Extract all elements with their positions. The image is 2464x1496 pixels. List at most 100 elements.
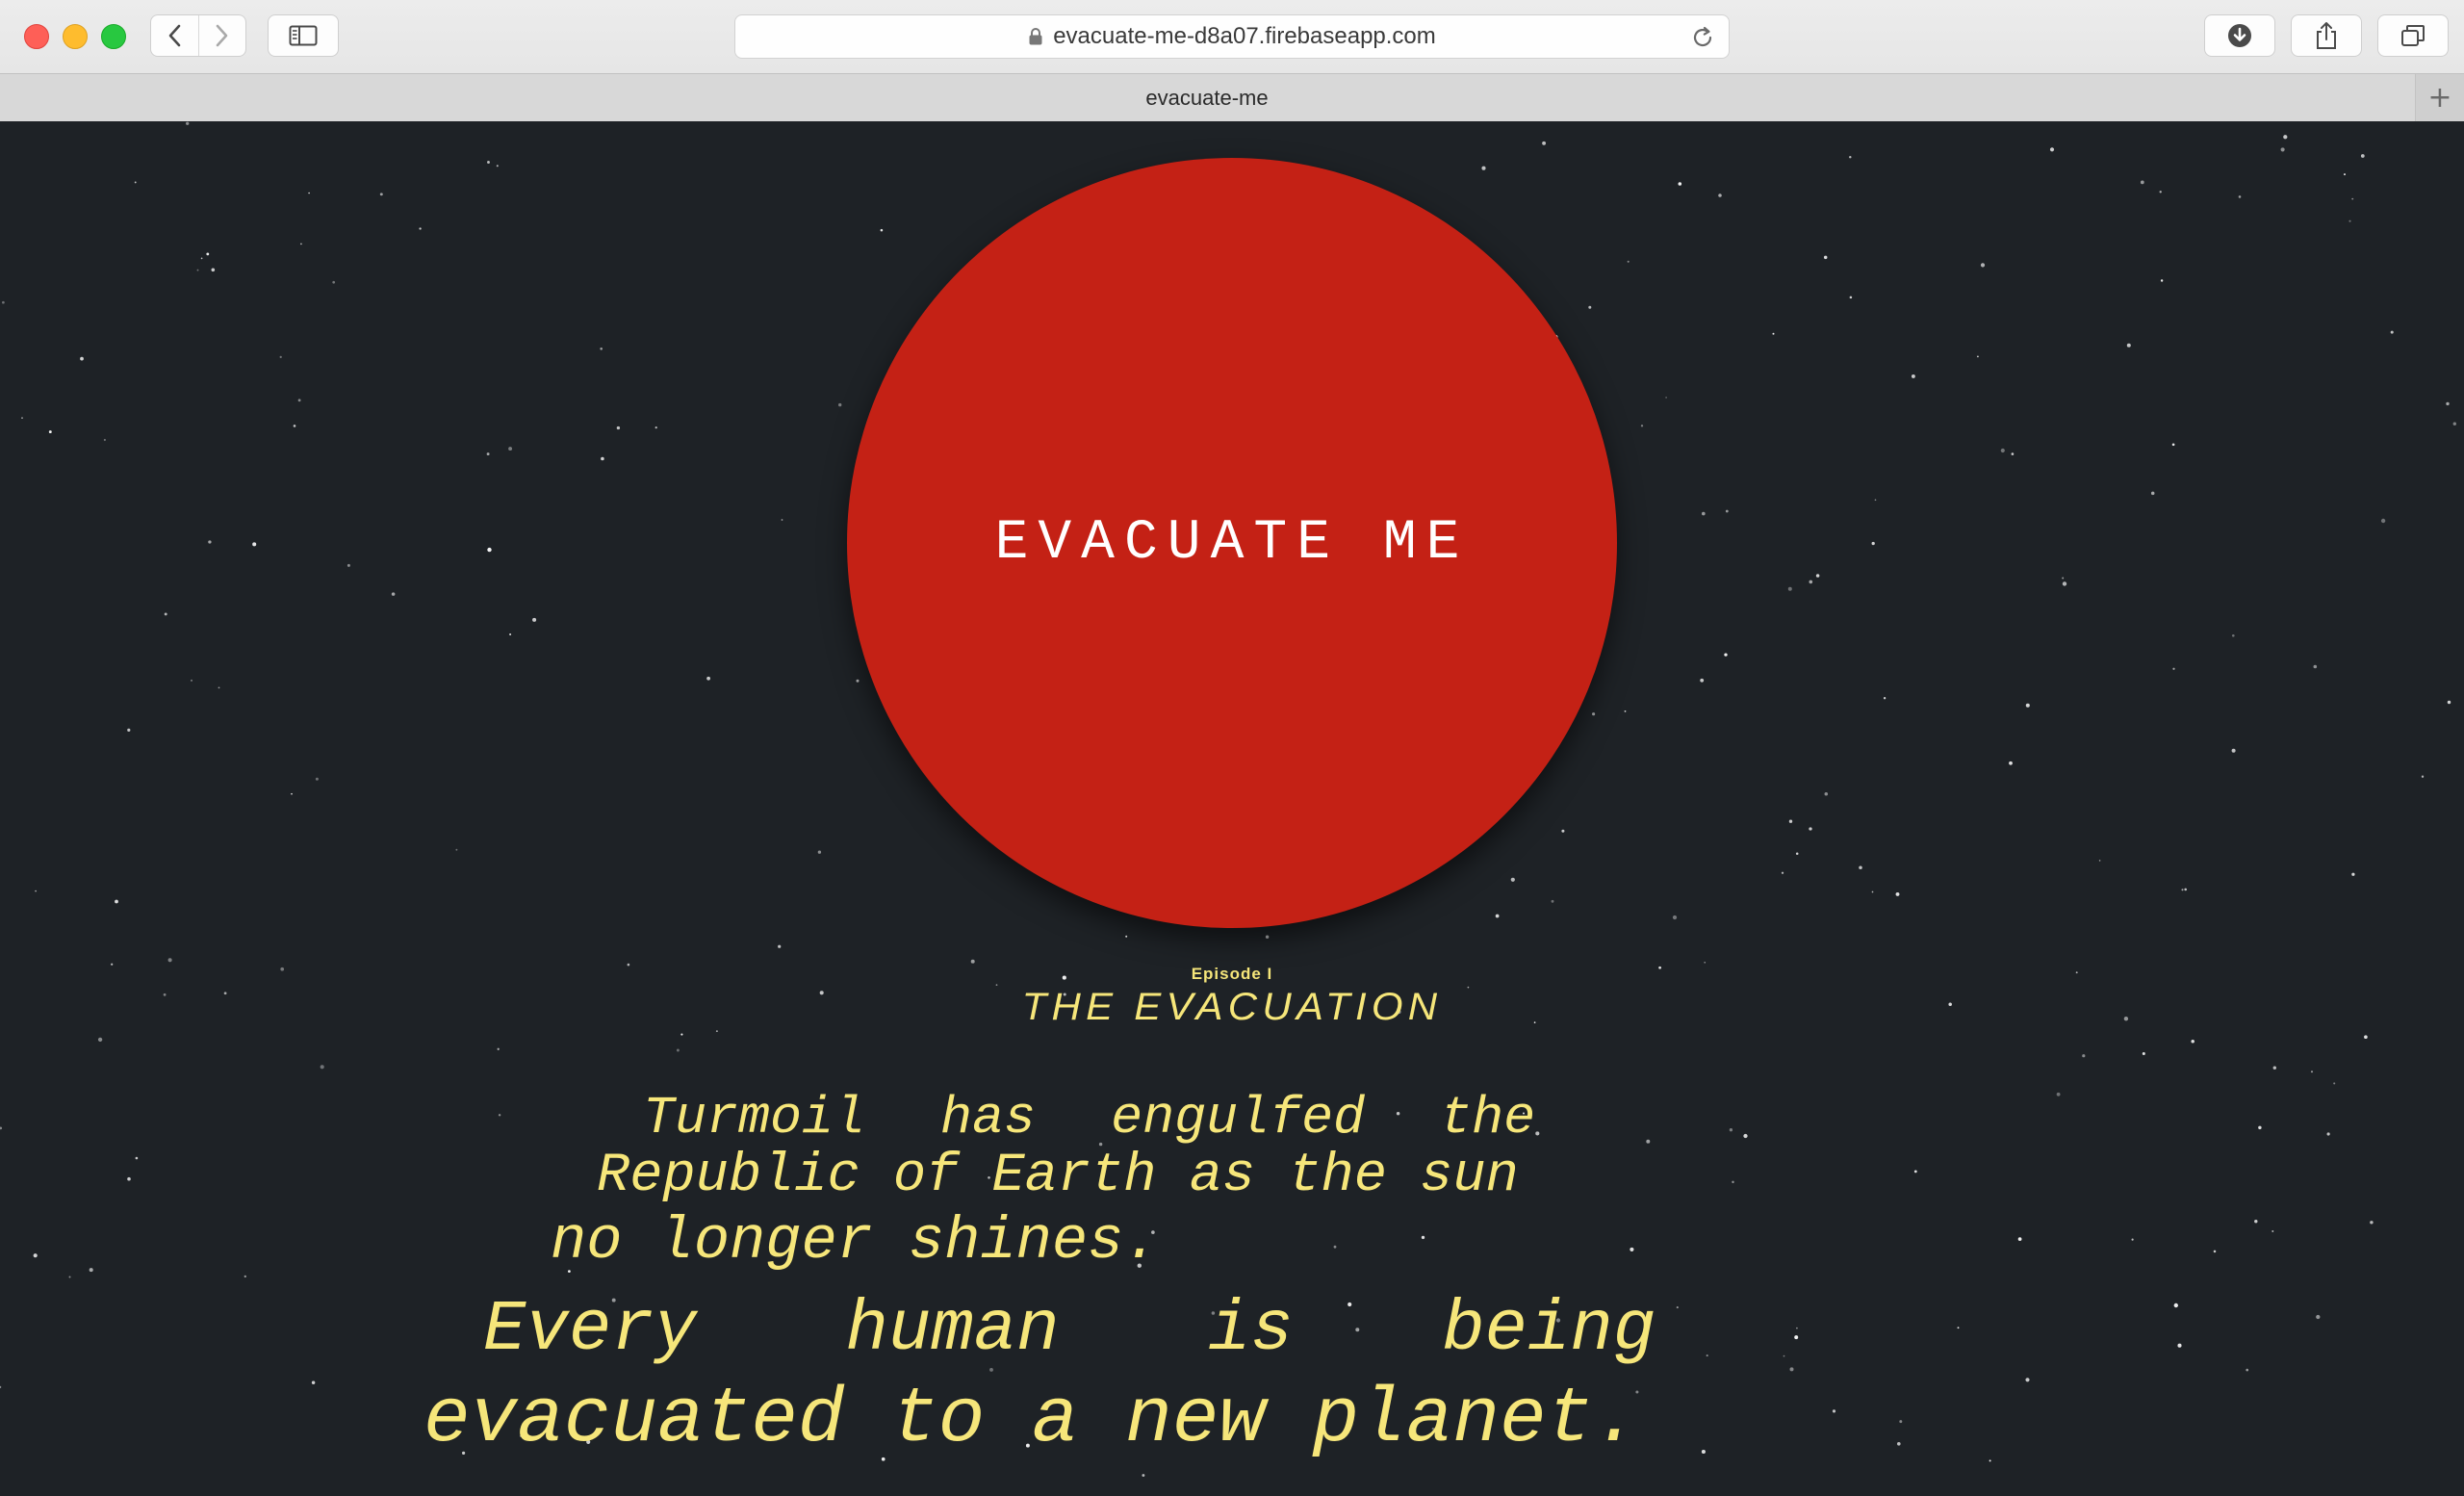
star <box>1732 1180 1734 1184</box>
star <box>2344 173 2346 176</box>
star <box>68 1276 71 1278</box>
star <box>508 447 513 451</box>
share-button[interactable] <box>2291 14 2362 57</box>
star <box>2258 1125 2262 1130</box>
star <box>1588 305 1592 309</box>
star <box>35 890 37 892</box>
star <box>715 1030 718 1033</box>
star <box>2380 518 2386 524</box>
star <box>2447 700 2451 705</box>
star <box>2082 1054 2086 1058</box>
star <box>1783 1354 1785 1357</box>
sidebar-button[interactable] <box>268 14 339 57</box>
star <box>1125 935 1128 938</box>
star <box>1895 891 1900 896</box>
star <box>279 355 282 359</box>
star <box>496 165 499 168</box>
star <box>2177 1343 2182 1348</box>
star <box>498 1114 501 1117</box>
back-button[interactable] <box>151 15 198 56</box>
downloads-button[interactable] <box>2204 14 2275 57</box>
star <box>600 347 603 350</box>
star <box>80 356 84 361</box>
star <box>2316 1314 2321 1320</box>
evacuate-me-button[interactable]: EVACUATE ME <box>847 158 1617 928</box>
browser-toolbar: evacuate-me-d8a07.firebaseapp.com <box>0 0 2464 73</box>
star <box>1701 1449 1706 1455</box>
star <box>379 193 383 196</box>
star <box>2025 703 2030 708</box>
star <box>1495 914 1500 918</box>
star <box>1646 1139 1651 1144</box>
star <box>497 1047 500 1050</box>
star <box>0 1385 2 1389</box>
star <box>455 848 458 851</box>
crawl-line-4: Every human is being <box>483 1290 1656 1371</box>
star <box>2351 872 2355 876</box>
star <box>2172 667 2175 670</box>
sidebar-icon <box>289 25 318 46</box>
star <box>346 563 350 567</box>
star <box>1823 255 1828 260</box>
star <box>1772 332 1775 335</box>
crawl-line-1: Turmoil has engulfed the <box>643 1088 1536 1148</box>
star <box>1561 829 1565 833</box>
forward-button[interactable] <box>197 15 246 56</box>
star <box>1624 709 1627 712</box>
star <box>1897 1442 1901 1446</box>
address-bar-content: evacuate-me-d8a07.firebaseapp.com <box>735 15 1729 58</box>
star <box>487 547 492 553</box>
star <box>1977 355 1979 358</box>
plus-icon: + <box>2427 81 2452 115</box>
star <box>706 676 710 681</box>
star <box>680 1033 683 1036</box>
star <box>1729 1128 1733 1132</box>
reload-icon[interactable] <box>1690 25 1715 50</box>
star <box>2272 1066 2276 1070</box>
close-window-button[interactable] <box>24 24 49 49</box>
star <box>2025 1378 2030 1382</box>
minimize-window-button[interactable] <box>63 24 88 49</box>
address-bar[interactable]: evacuate-me-d8a07.firebaseapp.com <box>734 14 1730 59</box>
star <box>2272 1230 2274 1232</box>
star <box>2009 761 2013 765</box>
star <box>1665 397 1667 399</box>
star <box>2390 330 2394 334</box>
star <box>1542 141 1547 145</box>
star <box>1989 1459 1991 1462</box>
tab-title: evacuate-me <box>1145 85 1269 110</box>
star <box>1700 678 1705 683</box>
tab-bar: evacuate-me + <box>0 73 2464 121</box>
star <box>1142 1474 1145 1477</box>
star <box>1535 1131 1540 1136</box>
star <box>1421 1235 1425 1240</box>
star <box>308 192 310 194</box>
tab-overview-button[interactable] <box>2377 14 2449 57</box>
star <box>2360 154 2365 158</box>
star <box>2160 279 2164 282</box>
tabs-overview-icon <box>2401 25 2425 46</box>
star <box>781 519 783 521</box>
star <box>206 252 210 256</box>
star <box>1333 1245 1337 1249</box>
star <box>1832 1409 1836 1413</box>
star <box>1795 852 1799 855</box>
star <box>135 1156 139 1160</box>
star <box>1787 586 1792 591</box>
star <box>2310 1070 2314 1073</box>
star <box>89 1268 93 1273</box>
star <box>1899 1420 1903 1424</box>
tab-evacuate-me[interactable]: evacuate-me <box>0 74 2414 121</box>
star <box>103 438 106 442</box>
fullscreen-window-button[interactable] <box>101 24 126 49</box>
star <box>1640 425 1644 427</box>
new-tab-button[interactable]: + <box>2415 74 2464 121</box>
star <box>2238 195 2242 198</box>
star <box>252 542 257 547</box>
star <box>2421 775 2425 778</box>
star <box>211 268 216 272</box>
star <box>1724 653 1728 657</box>
star <box>311 1380 316 1385</box>
star <box>616 426 621 430</box>
star <box>291 792 293 795</box>
